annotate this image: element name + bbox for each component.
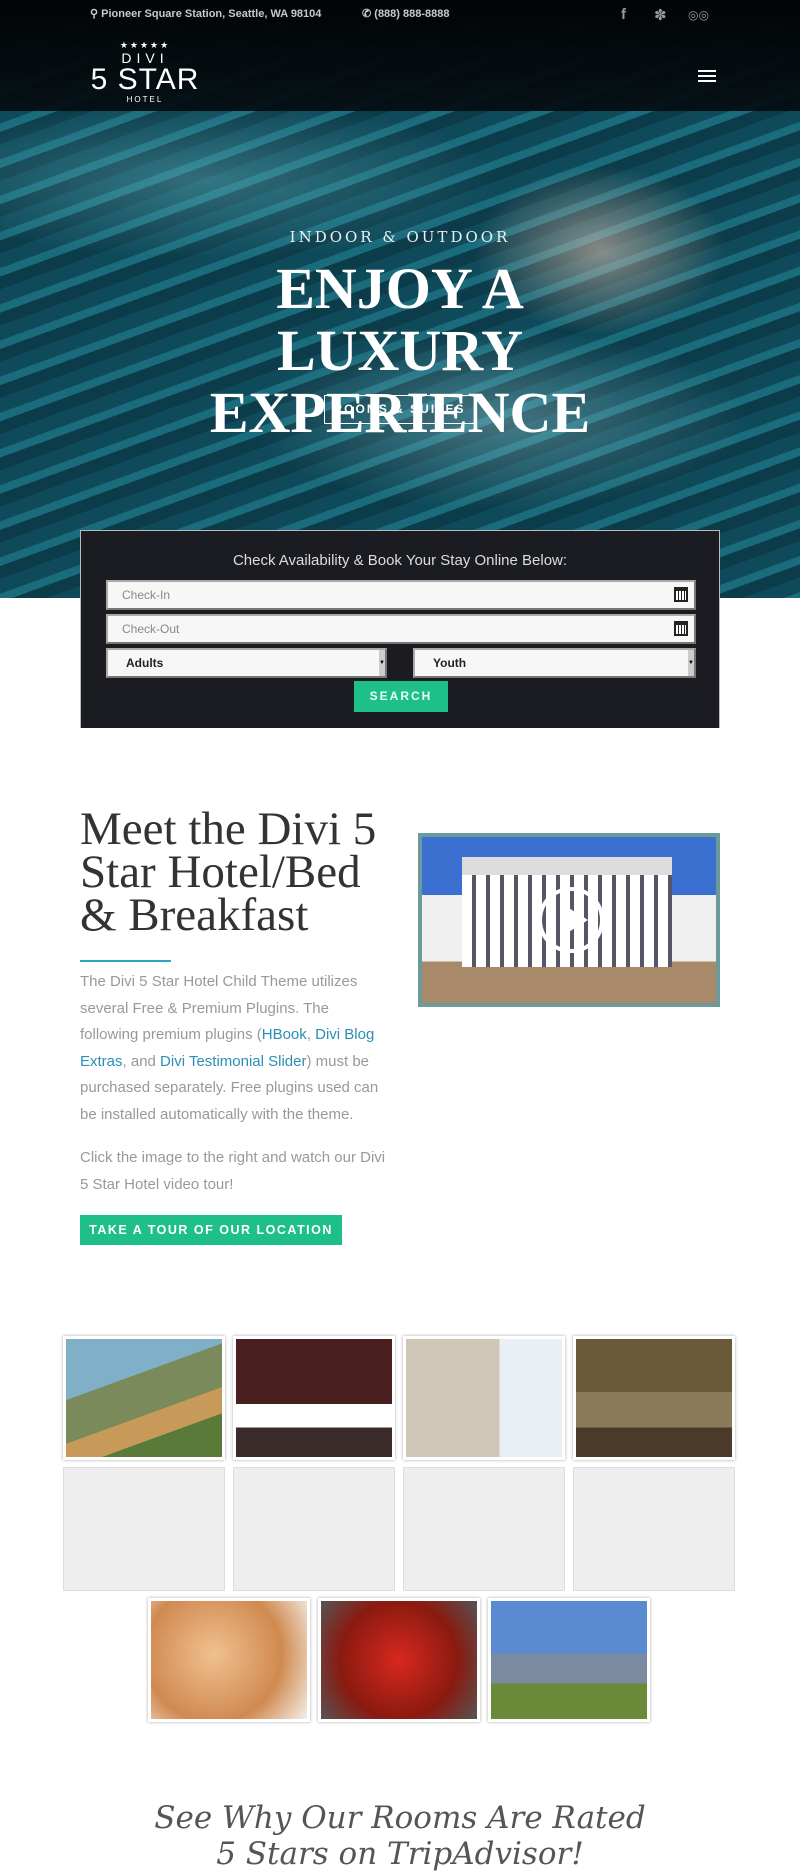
check-out-placeholder: Check-Out — [122, 622, 180, 636]
hbook-link[interactable]: HBook — [262, 1026, 307, 1043]
gallery-image[interactable] — [488, 1598, 650, 1722]
yelp-icon[interactable]: ✽ — [654, 6, 667, 24]
sep: , and — [122, 1052, 161, 1070]
address-text: Pioneer Square Station, Seattle, WA 9810… — [101, 8, 322, 20]
divider — [80, 960, 171, 962]
dropdown-arrow-icon: ▼ — [379, 650, 385, 676]
check-in-field[interactable]: Check-In — [106, 580, 696, 610]
about-paragraph-2: Click the image to the right and watch o… — [80, 1149, 386, 1193]
tripadvisor-icon[interactable]: ◎◎ — [688, 8, 709, 22]
gallery-image[interactable] — [573, 1467, 735, 1591]
booking-title: Check Availability & Book Your Stay Onli… — [232, 552, 568, 569]
booking-form: Check Availability & Book Your Stay Onli… — [80, 530, 720, 728]
map-pin-icon: ⚲ — [90, 8, 102, 20]
tour-button[interactable]: TAKE A TOUR OF OUR LOCATION — [80, 1215, 342, 1245]
gallery-image[interactable] — [403, 1467, 565, 1591]
logo[interactable]: ★★★★★ DIVI 5 STAR HOTEL — [90, 40, 200, 104]
search-button[interactable]: SEARCH — [354, 681, 448, 712]
phone[interactable]: ✆ (888) 888-8888 — [362, 7, 450, 20]
check-in-placeholder: Check-In — [122, 588, 171, 602]
calendar-icon[interactable] — [674, 621, 688, 636]
check-out-field[interactable]: Check-Out — [106, 614, 696, 644]
gallery-image[interactable] — [318, 1598, 480, 1722]
about-heading: Meet the Divi 5 Star Hotel/Bed & Breakfa… — [80, 803, 377, 941]
phone-icon: ✆ — [362, 8, 375, 20]
address: ⚲ Pioneer Square Station, Seattle, WA 98… — [90, 7, 321, 20]
play-icon[interactable] — [538, 887, 604, 953]
gallery-image[interactable] — [63, 1467, 225, 1591]
youth-select[interactable]: Youth ▼ — [413, 648, 696, 678]
testimonials-heading: See Why Our Rooms Are Rated 5 Stars on T… — [154, 1800, 646, 1872]
adults-select[interactable]: Adults ▼ — [106, 648, 387, 678]
logo-line3: HOTEL — [126, 95, 164, 104]
dropdown-arrow-icon: ▼ — [688, 650, 694, 676]
about-paragraph: The Divi 5 Star Hotel Child Theme utiliz… — [80, 969, 390, 1128]
logo-line2: 5 STAR — [90, 63, 200, 96]
facebook-icon[interactable]: f — [621, 6, 626, 23]
rooms-suites-button[interactable]: ROOMS & SUITES — [324, 395, 475, 424]
video-thumbnail[interactable] — [418, 833, 720, 1007]
phone-text: (888) 888-8888 — [374, 8, 450, 20]
gallery-image[interactable] — [233, 1336, 395, 1460]
hero-subtitle: INDOOR & OUTDOOR — [289, 228, 511, 246]
divi-testimonial-slider-link[interactable]: Divi Testimonial Slider — [160, 1053, 306, 1070]
gallery-image[interactable] — [403, 1336, 565, 1460]
gallery-image[interactable] — [63, 1336, 225, 1460]
sep: , — [306, 1026, 316, 1043]
calendar-icon[interactable] — [674, 587, 688, 602]
gallery-image[interactable] — [573, 1336, 735, 1460]
gallery-image[interactable] — [148, 1598, 310, 1722]
youth-value: Youth — [433, 656, 467, 670]
hamburger-menu-icon[interactable] — [698, 70, 716, 85]
gallery-image[interactable] — [233, 1467, 395, 1591]
adults-value: Adults — [126, 656, 164, 670]
